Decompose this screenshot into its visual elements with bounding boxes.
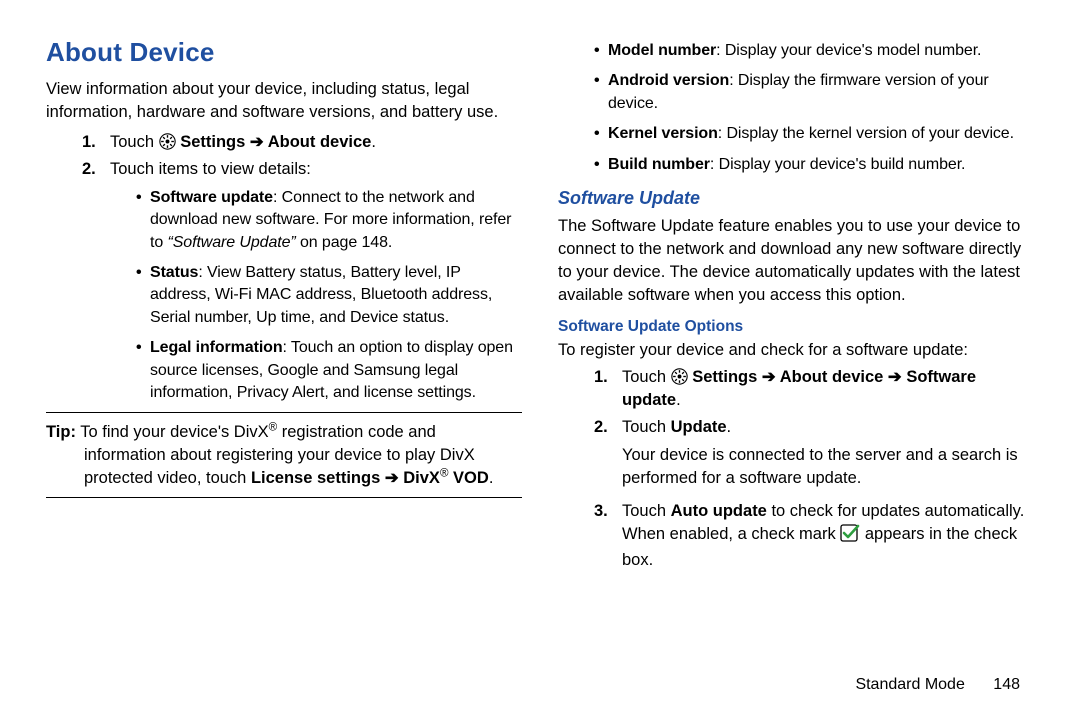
su1-about: About device: [776, 368, 888, 386]
tip-label: Tip:: [46, 423, 76, 441]
detail-bullets: Software update: Connect to the network …: [136, 187, 522, 405]
step-2: 2. Touch items to view details: Software…: [82, 158, 522, 405]
gear-icon: [159, 133, 176, 150]
su3-a: Touch: [622, 502, 671, 520]
su2-update: Update: [671, 418, 727, 436]
bullet-build-number: Build number: Display your device's buil…: [594, 154, 1034, 176]
bullet-legal-information: Legal information: Touch an option to di…: [136, 337, 522, 404]
right-column: Model number: Display your device's mode…: [558, 34, 1034, 700]
bullet-title: Android version: [608, 72, 729, 89]
divider: [46, 497, 522, 498]
software-update-steps: 1. Touch Settings ➔ About device ➔ Softw…: [594, 366, 1034, 572]
intro-paragraph: View information about your device, incl…: [46, 78, 522, 124]
su2-desc: Your device is connected to the server a…: [622, 444, 1034, 490]
step1-settings-label: Settings: [180, 133, 250, 151]
checkmark-icon: [840, 524, 860, 549]
su2-period: .: [727, 418, 732, 436]
arrow-icon: ➔: [250, 133, 264, 151]
su-step-1: 1. Touch Settings ➔ About device ➔ Softw…: [594, 366, 1034, 412]
tip-period: .: [489, 469, 494, 487]
bullet-title: Model number: [608, 42, 716, 59]
software-update-intro: The Software Update feature enables you …: [558, 215, 1034, 307]
bullet-title: Legal information: [150, 339, 283, 356]
bullet-rest: : View Battery status, Battery level, IP…: [150, 264, 492, 326]
bullet-status: Status: View Battery status, Battery lev…: [136, 262, 522, 329]
tip-license: License settings: [251, 469, 385, 487]
su1-settings: Settings: [692, 368, 762, 386]
footer-page-number: 148: [993, 676, 1020, 693]
arrow-icon: ➔: [762, 368, 776, 386]
bullet-title: Software update: [150, 189, 273, 206]
bullet-tail: on page 148.: [296, 234, 393, 251]
gear-icon: [671, 368, 688, 385]
step2-text: Touch items to view details:: [110, 160, 311, 178]
footer-mode: Standard Mode: [855, 676, 964, 693]
bullet-model-number: Model number: Display your device's mode…: [594, 40, 1034, 62]
options-lead: To register your device and check for a …: [558, 339, 1034, 362]
tip-block: Tip: To find your device's DivX® registr…: [46, 421, 522, 490]
bullet-ref: “Software Update”: [168, 234, 296, 251]
bullet-rest: : Display your device's build number.: [710, 156, 965, 173]
bullet-android-version: Android version: Display the firmware ve…: [594, 70, 1034, 115]
su1-a: Touch: [622, 368, 671, 386]
arrow-icon: ➔: [385, 469, 399, 487]
tip-divx: DivX: [399, 469, 440, 487]
step1-about-label: About device: [264, 133, 372, 151]
step1-period: .: [371, 133, 376, 151]
bullet-title: Kernel version: [608, 125, 718, 142]
heading-software-update: Software Update: [558, 186, 1034, 211]
bullet-title: Status: [150, 264, 198, 281]
bullet-software-update: Software update: Connect to the network …: [136, 187, 522, 254]
su-step-3: 3. Touch Auto update to check for update…: [594, 500, 1034, 572]
su1-period: .: [676, 391, 681, 409]
about-device-steps: 1. Touch Settings ➔ About device. 2. Tou…: [82, 131, 522, 405]
step-1: 1. Touch Settings ➔ About device.: [82, 131, 522, 154]
tip-a: To find your device's DivX: [76, 423, 269, 441]
heading-about-device: About Device: [46, 34, 522, 70]
divider: [46, 412, 522, 413]
heading-software-update-options: Software Update Options: [558, 316, 1034, 338]
bullet-rest: : Display the kernel version of your dev…: [718, 125, 1014, 142]
bullet-title: Build number: [608, 156, 710, 173]
su3-auto: Auto update: [671, 502, 767, 520]
step1-text-a: Touch: [110, 133, 159, 151]
tip-vod: VOD: [448, 469, 488, 487]
reg-mark: ®: [269, 422, 278, 434]
arrow-icon: ➔: [888, 368, 902, 386]
bullet-kernel-version: Kernel version: Display the kernel versi…: [594, 123, 1034, 145]
su-step-2: 2. Touch Update. Your device is connecte…: [594, 416, 1034, 489]
su2-a: Touch: [622, 418, 671, 436]
right-top-bullets: Model number: Display your device's mode…: [594, 40, 1034, 176]
left-column: About Device View information about your…: [46, 34, 522, 700]
page-footer: Standard Mode 148: [855, 676, 1020, 694]
bullet-rest: : Display your device's model number.: [716, 42, 981, 59]
